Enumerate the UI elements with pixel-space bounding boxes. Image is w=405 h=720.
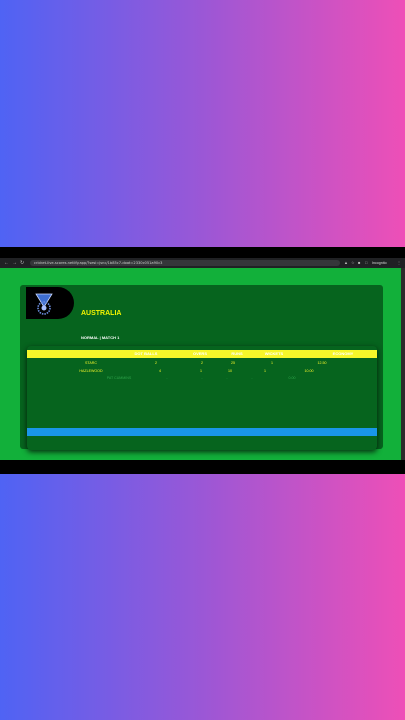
runs-cell: 25 — [231, 361, 235, 365]
menu-icon[interactable]: ⋮ — [397, 260, 401, 266]
economy-cell: 0.00 — [288, 376, 296, 380]
extensions-icon[interactable]: ■ — [358, 260, 360, 266]
footer-stripe — [27, 428, 377, 436]
col-header-overs: OVERS — [192, 351, 207, 356]
team-logo — [26, 287, 74, 319]
dot-balls-cell: - — [166, 376, 168, 380]
share-icon[interactable]: ▲ — [344, 260, 348, 266]
forward-icon[interactable]: → — [12, 260, 17, 266]
table-header: DOT BALLS OVERS RUNS WICKETS ECONOMY — [27, 350, 377, 358]
bookmark-star-icon[interactable]: ☆ — [351, 260, 355, 266]
wickets-cell: - — [251, 376, 253, 380]
video-frame: ← → ↻ cricket-live-scores.netlify.app/?s… — [0, 247, 405, 474]
team-name: AUSTRALIA — [81, 310, 122, 317]
col-header-runs: RUNS — [231, 351, 243, 356]
col-header-dot-balls: DOT BALLS — [134, 351, 158, 356]
col-header-economy: ECONOMY — [332, 351, 354, 356]
scrollbar[interactable] — [401, 268, 405, 460]
table-row: PAT CUMMINS - - - - 0.00 — [27, 374, 377, 382]
sidepanel-icon[interactable]: □ — [365, 260, 367, 266]
back-icon[interactable]: ← — [4, 260, 9, 266]
incognito-badge[interactable]: Incognito — [372, 260, 387, 266]
match-label: NORMAL | MATCH 1 — [81, 335, 120, 340]
dot-balls-cell: 2 — [155, 361, 157, 365]
address-bar[interactable]: cricket-live-scores.netlify.app/?sesi=js… — [30, 260, 340, 266]
bowling-table-card: DOT BALLS OVERS RUNS WICKETS ECONOMY STA… — [27, 346, 377, 450]
wickets-cell: 1 — [271, 361, 273, 365]
page-viewport: AUSTRALIA NORMAL | MATCH 1 DOT BALLS OVE… — [0, 268, 401, 460]
table-row: STARC 2 2 25 1 12.50 — [27, 359, 377, 367]
bowler-name: PAT CUMMINS — [106, 376, 132, 380]
browser-toolbar: ← → ↻ cricket-live-scores.netlify.app/?s… — [0, 258, 405, 268]
reload-icon[interactable]: ↻ — [20, 260, 24, 266]
economy-cell: 12.50 — [317, 361, 327, 365]
col-header-wickets: WICKETS — [264, 351, 284, 356]
trophy-icon — [35, 293, 53, 315]
bowler-name: STARC — [85, 361, 97, 365]
